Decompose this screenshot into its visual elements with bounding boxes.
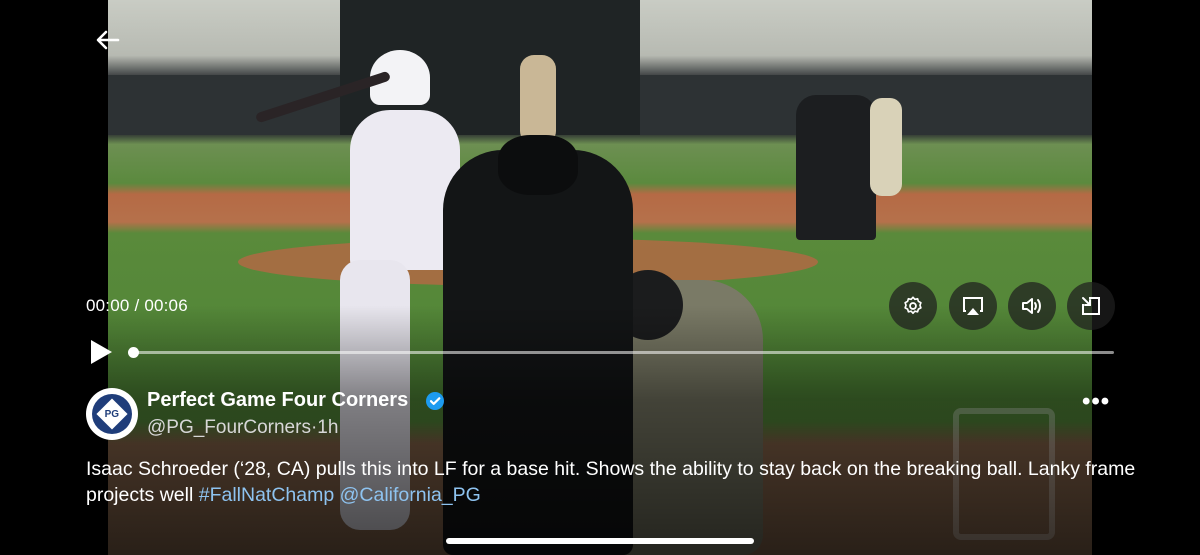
account-handle[interactable]: @PG_FourCorners (147, 417, 311, 438)
exit-fullscreen-icon (1082, 297, 1100, 315)
exit-fullscreen-button[interactable] (1067, 282, 1115, 330)
post-text: Isaac Schroeder (‘28, CA) pulls this int… (86, 456, 1146, 508)
home-indicator[interactable] (446, 538, 754, 544)
current-time: 00:00 (86, 296, 130, 315)
progress-scrubber[interactable] (128, 347, 139, 358)
more-options-icon[interactable]: ••• (1082, 388, 1110, 416)
post-meta: @PG_FourCorners·1h (147, 417, 338, 439)
airplay-icon (963, 297, 983, 315)
time-separator: / (129, 296, 145, 315)
time-display: 00:00 / 00:06 (86, 296, 188, 316)
mention-link[interactable]: @California_PG (340, 484, 481, 506)
volume-button[interactable] (1008, 282, 1056, 330)
settings-gear-icon (904, 296, 922, 315)
settings-button[interactable] (889, 282, 937, 330)
airplay-button[interactable] (949, 282, 997, 330)
volume-icon (1022, 298, 1041, 314)
play-icon (91, 340, 112, 364)
verified-badge-icon (425, 391, 445, 411)
avatar-logo-text: PG (104, 408, 120, 420)
post-age: 1h (317, 417, 339, 438)
avatar[interactable]: PG (86, 388, 138, 440)
progress-track[interactable] (133, 351, 1114, 354)
back-arrow-icon[interactable] (92, 24, 124, 56)
account-name[interactable]: Perfect Game Four Corners (147, 389, 408, 412)
hashtag-link[interactable]: #FallNatChamp (199, 484, 334, 506)
duration: 00:06 (144, 296, 188, 315)
play-button[interactable] (88, 338, 114, 366)
